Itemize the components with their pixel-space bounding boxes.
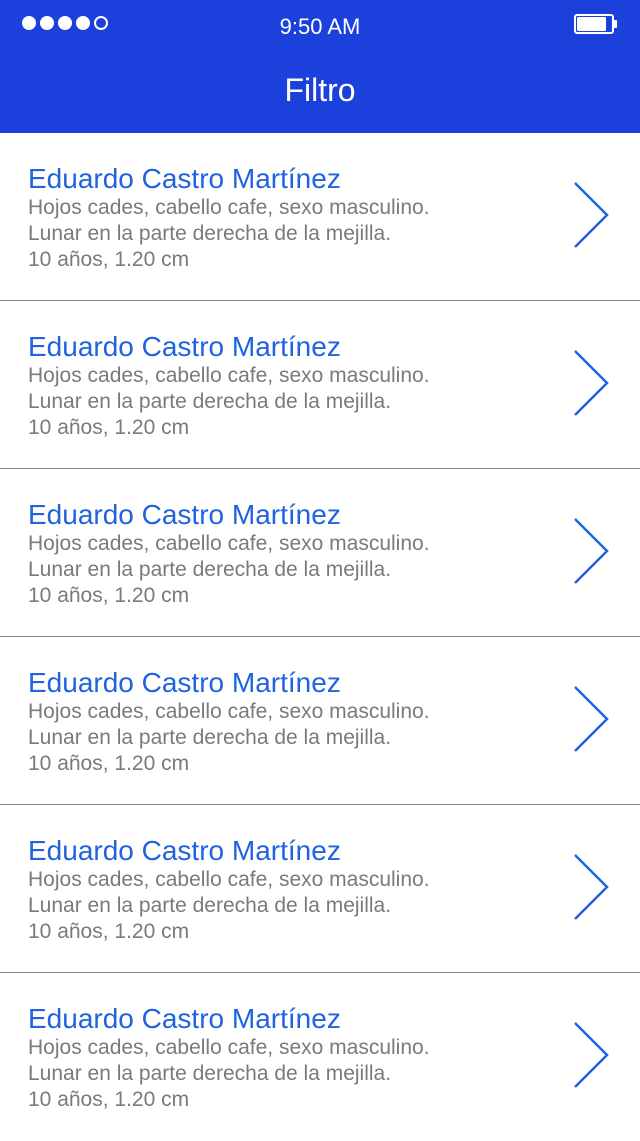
person-name: Eduardo Castro Martínez [28, 667, 341, 698]
chevron-right-icon[interactable] [572, 517, 610, 585]
person-description: Hojos cades, cabello cafe, sexo masculin… [28, 868, 430, 891]
list-item[interactable]: Eduardo Castro Martínez Hojos cades, cab… [0, 133, 640, 301]
person-detail: Lunar en la parte derecha de la mejilla. [28, 1062, 392, 1085]
chevron-right-icon[interactable] [572, 181, 610, 249]
list-item[interactable]: Eduardo Castro Martínez Hojos cades, cab… [0, 805, 640, 973]
person-detail: Lunar en la parte derecha de la mejilla. [28, 894, 392, 917]
list-item[interactable]: Eduardo Castro Martínez Hojos cades, cab… [0, 637, 640, 805]
results-list: Eduardo Castro Martínez Hojos cades, cab… [0, 133, 640, 1141]
person-description: Hojos cades, cabello cafe, sexo masculin… [28, 1036, 430, 1059]
list-item-text: Eduardo Castro Martínez Hojos cades, cab… [28, 331, 430, 441]
person-age-height: 10 años, 1.20 cm [28, 752, 190, 775]
list-item-text: Eduardo Castro Martínez Hojos cades, cab… [28, 1003, 430, 1113]
person-age-height: 10 años, 1.20 cm [28, 584, 190, 607]
person-description: Hojos cades, cabello cafe, sexo masculin… [28, 364, 430, 387]
person-age-height: 10 años, 1.20 cm [28, 1088, 190, 1111]
person-name: Eduardo Castro Martínez [28, 1003, 341, 1034]
list-item[interactable]: Eduardo Castro Martínez Hojos cades, cab… [0, 301, 640, 469]
person-name: Eduardo Castro Martínez [28, 163, 341, 194]
person-name: Eduardo Castro Martínez [28, 331, 341, 362]
battery-icon [574, 14, 618, 36]
battery-level [577, 17, 606, 31]
chevron-right-icon[interactable] [572, 853, 610, 921]
list-item-text: Eduardo Castro Martínez Hojos cades, cab… [28, 163, 430, 273]
person-detail: Lunar en la parte derecha de la mejilla. [28, 390, 392, 413]
list-item-text: Eduardo Castro Martínez Hojos cades, cab… [28, 667, 430, 777]
person-detail: Lunar en la parte derecha de la mejilla. [28, 222, 392, 245]
person-detail: Lunar en la parte derecha de la mejilla. [28, 726, 392, 749]
page-title: Filtro [284, 72, 356, 108]
chevron-right-icon[interactable] [572, 349, 610, 417]
chevron-right-icon[interactable] [572, 685, 610, 753]
list-item[interactable]: Eduardo Castro Martínez Hojos cades, cab… [0, 469, 640, 637]
person-name: Eduardo Castro Martínez [28, 499, 341, 530]
person-description: Hojos cades, cabello cafe, sexo masculin… [28, 532, 430, 555]
list-item[interactable]: Eduardo Castro Martínez Hojos cades, cab… [0, 973, 640, 1141]
person-age-height: 10 años, 1.20 cm [28, 920, 190, 943]
person-detail: Lunar en la parte derecha de la mejilla. [28, 558, 392, 581]
list-item-text: Eduardo Castro Martínez Hojos cades, cab… [28, 835, 430, 945]
person-name: Eduardo Castro Martínez [28, 835, 341, 866]
person-age-height: 10 años, 1.20 cm [28, 416, 190, 439]
person-description: Hojos cades, cabello cafe, sexo masculin… [28, 700, 430, 723]
list-item-text: Eduardo Castro Martínez Hojos cades, cab… [28, 499, 430, 609]
chevron-right-icon[interactable] [572, 1021, 610, 1089]
header-bar: 9:50 AM Filtro [0, 0, 640, 133]
person-description: Hojos cades, cabello cafe, sexo masculin… [28, 196, 430, 219]
person-age-height: 10 años, 1.20 cm [28, 248, 190, 271]
status-bar: 9:50 AM [0, 0, 640, 52]
battery-tip [614, 20, 617, 28]
status-time: 9:50 AM [279, 14, 361, 39]
